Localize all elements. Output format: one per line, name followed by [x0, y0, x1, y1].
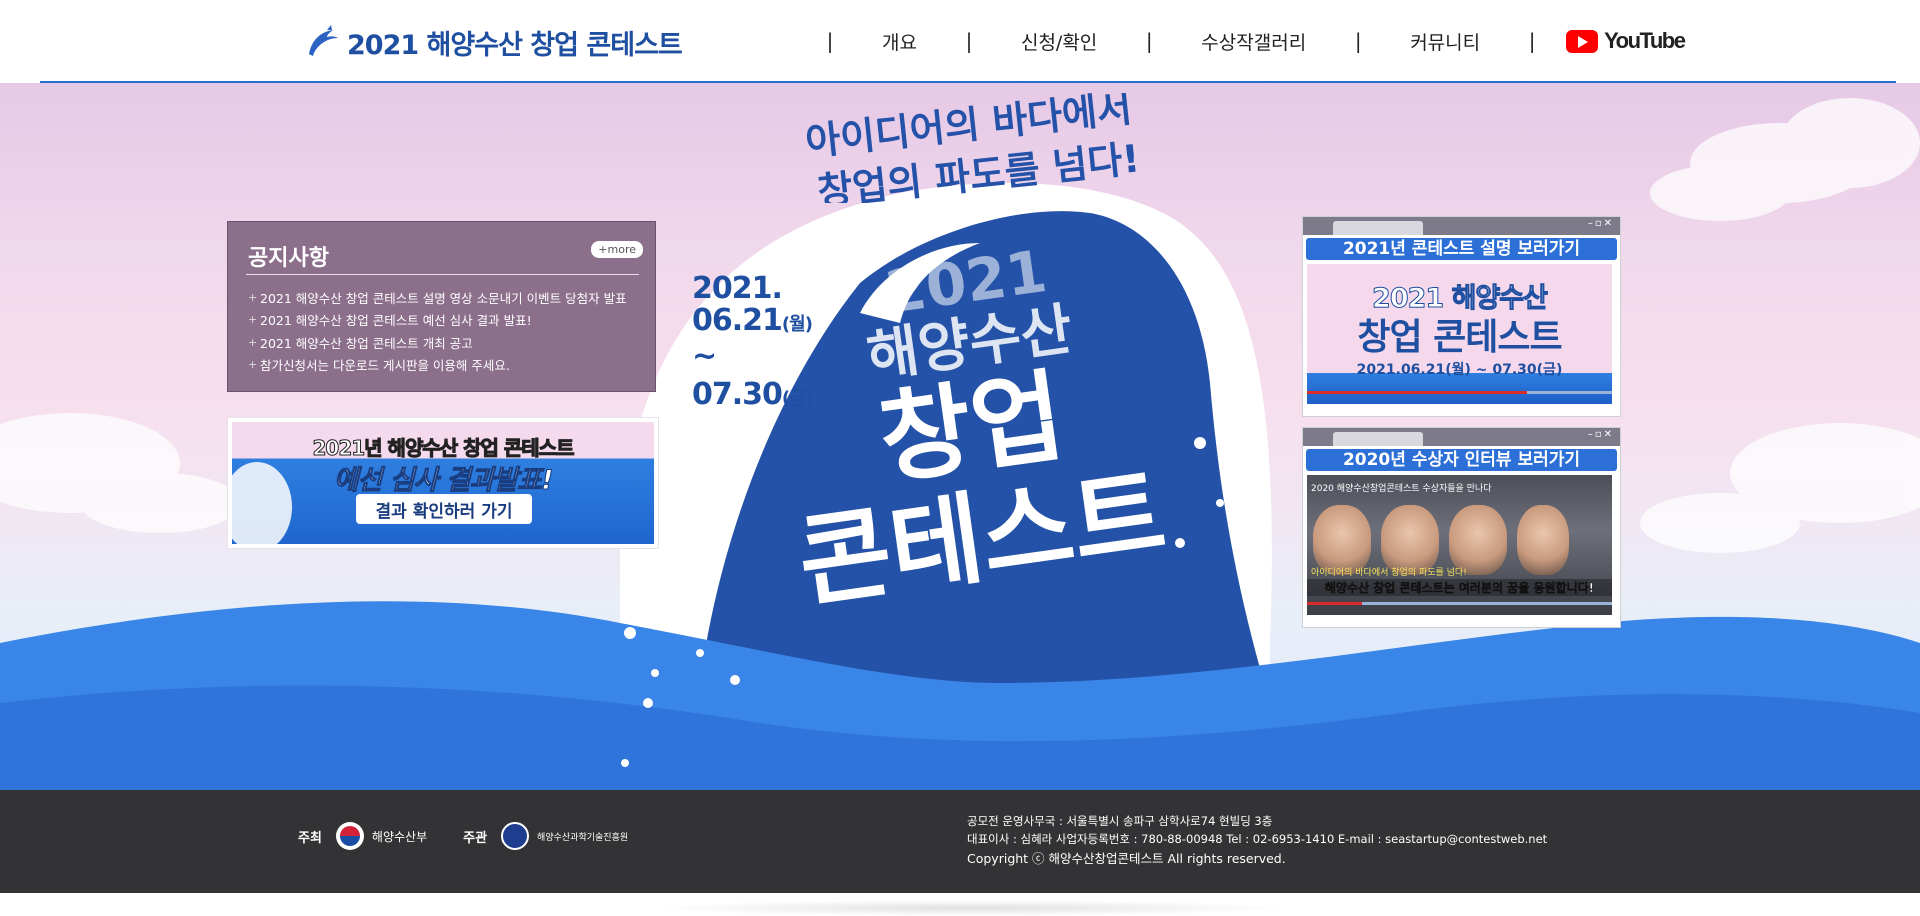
nav-separator: |	[1145, 29, 1153, 53]
banner-line-2: 예선 심사 결과발표!	[333, 465, 554, 497]
thumb-subtitle-1: 아이디어의 바다에서 창업의 파도를 넘다!	[1311, 568, 1467, 578]
interviewee-photo	[1517, 505, 1569, 575]
nav-item-overview[interactable]: 개요	[840, 28, 959, 55]
video-card-title: 2020년 수상자 인터뷰 보러가기	[1306, 449, 1617, 471]
hero-section: 아이디어의 바다에서 창업의 파도를 넘다! 2021. 06.21(월) ~ …	[0, 83, 1920, 790]
thumb-line-3: 2021.06.21(월) ~ 07.30(금)	[1356, 362, 1563, 378]
video-card-2020-interview[interactable]: –▫✕ 2020년 수상자 인터뷰 보러가기 2020 해양수산창업콘테스트 수…	[1302, 427, 1621, 628]
plus-icon: +	[248, 335, 258, 349]
page-bottom-shadow	[650, 900, 1290, 916]
video-progress-bar[interactable]	[1307, 602, 1612, 605]
youtube-label: YouTube	[1604, 28, 1686, 53]
title-line-3: 콘테스트	[792, 454, 1173, 621]
hero-title: 2021 해양수산 창업 콘테스트	[792, 237, 1173, 621]
government-emblem-icon	[335, 822, 364, 850]
browser-tab	[1333, 221, 1423, 235]
nav-item-apply[interactable]: 신청/확인	[979, 28, 1139, 55]
dolphin-icon	[309, 25, 338, 56]
notice-item[interactable]: + 참가신청서는 다운로드 게시판을 이용해 주세요.	[248, 354, 627, 377]
video-card-title: 2021년 콘테스트 설명 보러가기	[1306, 238, 1617, 260]
site-logo-text: 2021 해양수산 창업 콘테스트	[347, 29, 683, 61]
nav-separator: |	[1354, 29, 1362, 53]
video-thumbnail[interactable]: 2021 해양수산 창업 콘테스트 2021.06.21(월) ~ 07.30(…	[1307, 264, 1612, 404]
plus-icon: +	[248, 313, 258, 327]
window-titlebar: –▫✕	[1303, 428, 1620, 446]
video-card-2021-intro[interactable]: –▫✕ 2021년 콘테스트 설명 보러가기 2021 해양수산 창업 콘테스트…	[1302, 216, 1621, 417]
notice-divider	[246, 274, 639, 275]
window-controls-icon: –▫✕	[1587, 218, 1614, 229]
video-progress-bar[interactable]	[1307, 391, 1612, 394]
notice-item-label: 참가신청서는 다운로드 게시판을 이용해 주세요.	[260, 358, 510, 374]
organizer-org-name: 해양수산과학기술진흥원	[537, 832, 629, 843]
notice-item[interactable]: +2021 해양수산 창업 콘테스트 예선 심사 결과 발표!	[248, 309, 627, 332]
thumb-subtitle-2: 해양수산 창업 콘테스트는 여러분의 꿈을 응원합니다!	[1307, 579, 1612, 596]
youtube-icon	[1566, 29, 1599, 53]
thumb-caption: 2020 해양수산창업콘테스트 수상자들을 만나다	[1311, 484, 1492, 494]
kimst-logo-icon	[501, 822, 530, 850]
video-thumbnail[interactable]: 2020 해양수산창업콘테스트 수상자들을 만나다 아이디어의 바다에서 창업의…	[1307, 475, 1612, 615]
browser-tab	[1333, 432, 1423, 446]
footer-copyright: Copyright ⓒ 해양수산창업콘테스트 All rights reserv…	[967, 851, 1286, 866]
footer-info: 공모전 운영사무국 : 서울특별시 송파구 삼학사로74 현빌딩 3층 대표이사…	[967, 812, 1547, 868]
notice-more-button[interactable]: +more	[591, 241, 643, 258]
notice-board: 공지사항 +more +2021 해양수산 창업 콘테스트 설명 영상 소문내기…	[227, 221, 656, 392]
notice-item-label: 2021 해양수산 창업 콘테스트 설명 영상 소문내기 이벤트 당첨자 발표	[260, 290, 627, 306]
nav-separator: |	[1528, 29, 1536, 53]
result-banner[interactable]: 2021년 해양수산 창업 콘테스트 예선 심사 결과발표! 결과 확인하러 가…	[227, 417, 659, 549]
nav-separator: |	[965, 29, 973, 53]
window-controls-icon: –▫✕	[1587, 429, 1614, 440]
nav-item-gallery[interactable]: 수상작갤러리	[1159, 28, 1348, 55]
site-logo[interactable]: 2021 해양수산 창업 콘테스트	[305, 22, 683, 62]
notice-item-label: 2021 해양수산 창업 콘테스트 개최 공고	[260, 335, 473, 351]
nav-item-community[interactable]: 커뮤니티	[1368, 28, 1522, 55]
notice-item[interactable]: +2021 해양수산 창업 콘테스트 개최 공고	[248, 331, 627, 354]
notice-item-label: 2021 해양수산 창업 콘테스트 예선 심사 결과 발표!	[260, 313, 532, 329]
notice-item[interactable]: +2021 해양수산 창업 콘테스트 설명 영상 소문내기 이벤트 당첨자 발표	[248, 286, 627, 309]
thumb-line-2: 창업 콘테스트	[1357, 317, 1562, 358]
site-footer: 주최 해양수산부 주관 해양수산과학기술진흥원 공모전 운영사무국 : 서울특별…	[0, 790, 1920, 893]
nav-separator: |	[826, 29, 834, 53]
host-label: 주최	[298, 830, 322, 846]
banner-line-1: 2021년 해양수산 창업 콘테스트	[312, 436, 575, 461]
result-banner-art: 2021년 해양수산 창업 콘테스트 예선 심사 결과발표! 결과 확인하러 가…	[232, 422, 654, 544]
plus-icon: +	[248, 358, 258, 372]
result-check-button[interactable]: 결과 확인하러 가기	[356, 494, 532, 524]
youtube-link[interactable]: YouTube	[1566, 28, 1686, 54]
site-header: 2021 해양수산 창업 콘테스트 | 개요 | 신청/확인 | 수상작갤러리 …	[0, 0, 1920, 83]
main-nav: | 개요 | 신청/확인 | 수상작갤러리 | 커뮤니티 | YouTube	[820, 24, 1686, 58]
notice-title: 공지사항	[248, 246, 329, 271]
plus-icon: +	[248, 290, 258, 304]
window-titlebar: –▫✕	[1303, 217, 1620, 235]
video-progress-fill	[1307, 602, 1362, 605]
video-progress-fill	[1307, 391, 1527, 394]
host-organizations: 주최 해양수산부 주관 해양수산과학기술진흥원	[298, 822, 628, 850]
footer-address: 공모전 운영사무국 : 서울특별시 송파구 삼학사로74 현빌딩 3층	[967, 814, 1273, 828]
footer-business-info: 대표이사 : 심혜라 사업자등록번호 : 780-88-00948 Tel : …	[967, 832, 1548, 846]
host-org-name: 해양수산부	[371, 829, 428, 844]
organizer-label: 주관	[463, 830, 488, 846]
hero-slogan: 아이디어의 바다에서 창업의 파도를 넘다!	[803, 93, 1141, 203]
notice-list: +2021 해양수산 창업 콘테스트 설명 영상 소문내기 이벤트 당첨자 발표…	[248, 286, 627, 376]
